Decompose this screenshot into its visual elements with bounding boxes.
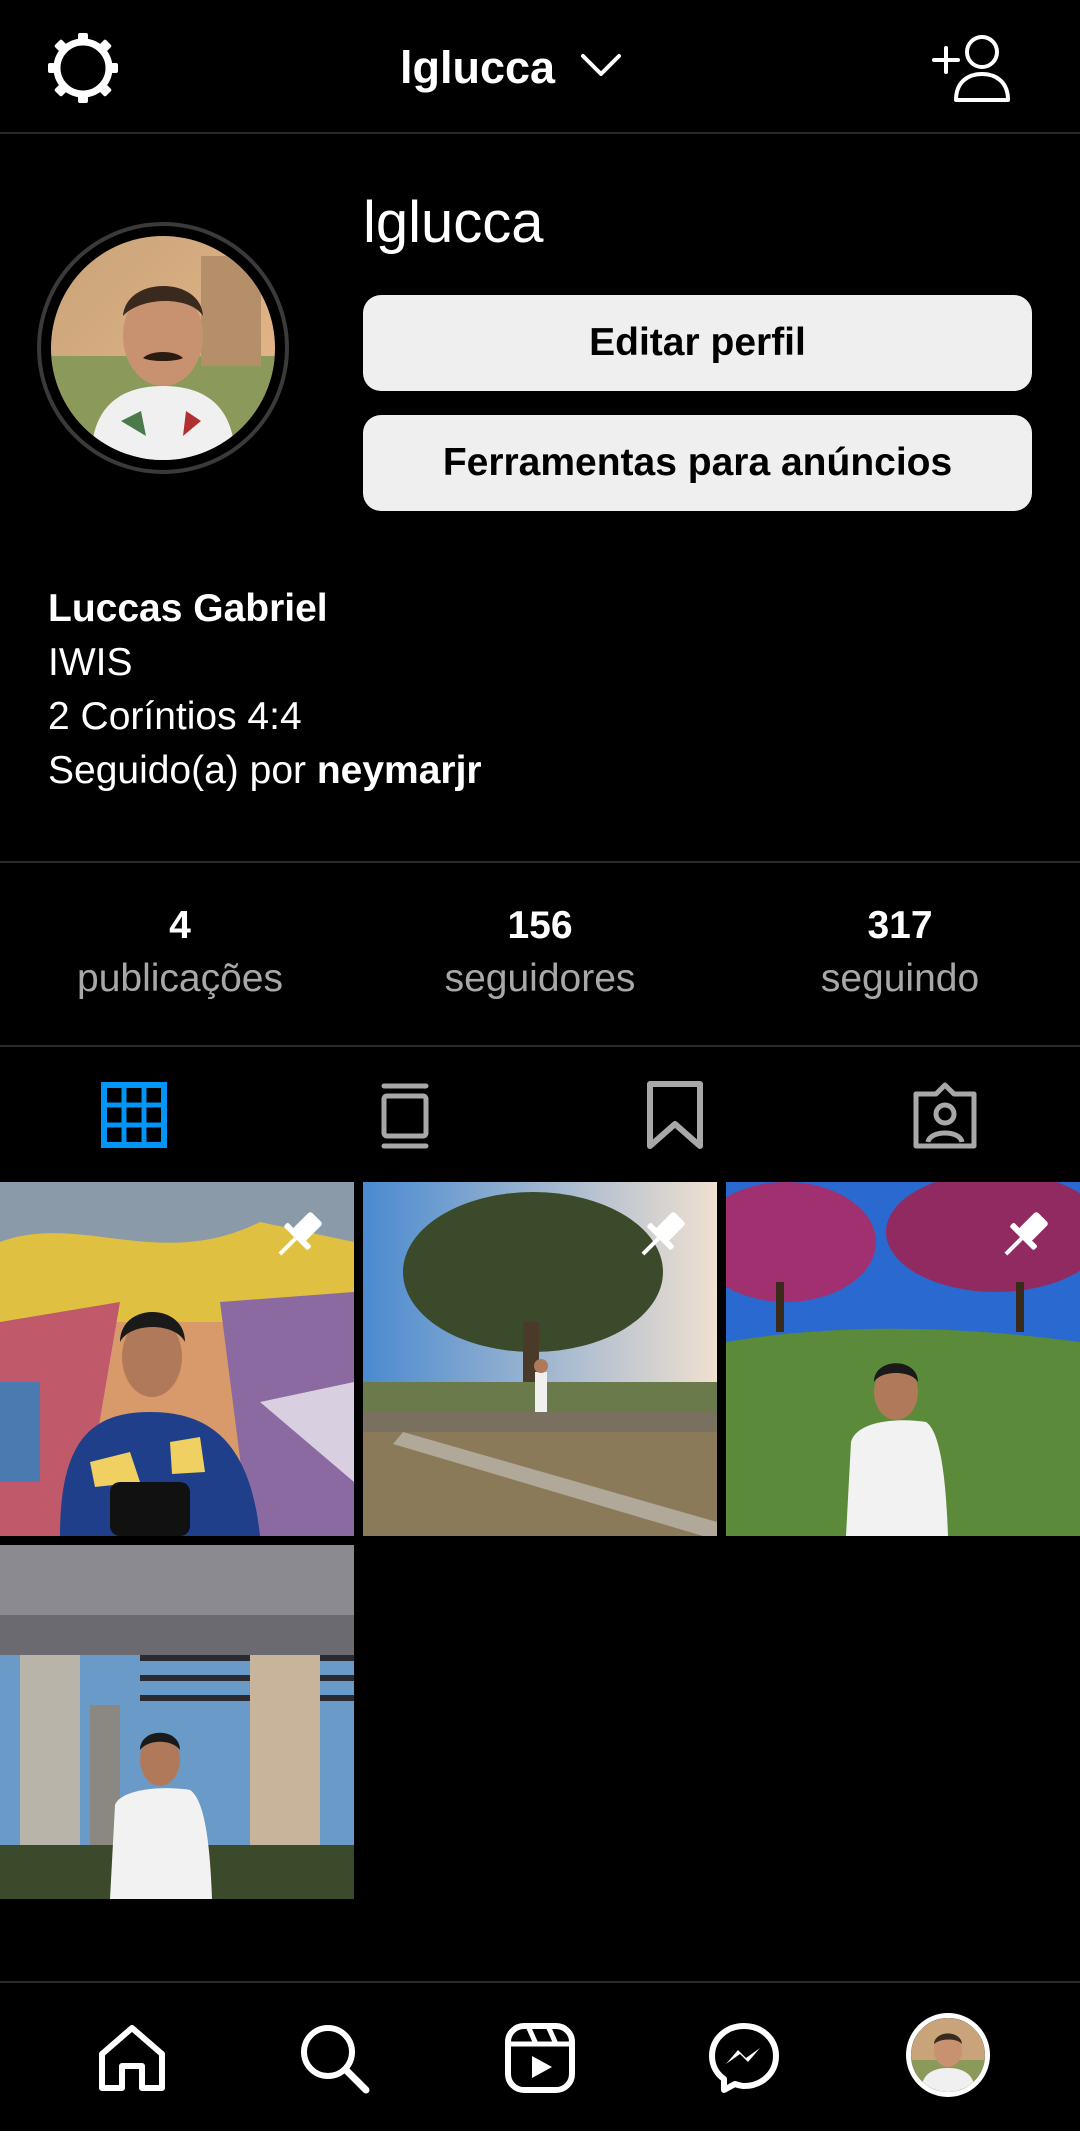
settings-gear-icon[interactable] bbox=[40, 28, 130, 108]
stat-followers[interactable]: 156 seguidores bbox=[360, 903, 720, 1009]
pinned-icon bbox=[994, 1204, 1056, 1266]
top-bar: lglucca bbox=[0, 0, 1080, 134]
bio-line: 2 Coríntios 4:4 bbox=[48, 695, 302, 738]
grid-icon[interactable] bbox=[99, 1080, 169, 1150]
stat-value: 4 bbox=[169, 904, 191, 947]
add-user-icon[interactable] bbox=[930, 30, 1014, 106]
tagged-icon[interactable] bbox=[910, 1080, 980, 1150]
post-thumbnail[interactable] bbox=[726, 1182, 1080, 1536]
pinned-icon bbox=[631, 1204, 693, 1266]
profile-username: lglucca bbox=[363, 190, 544, 255]
account-name: lglucca bbox=[400, 42, 556, 93]
stat-value: 156 bbox=[507, 904, 573, 947]
guides-icon[interactable] bbox=[370, 1080, 440, 1150]
bottom-navigation bbox=[0, 1981, 1080, 2131]
followed-by-prefix: Seguido(a) por bbox=[48, 749, 317, 792]
profile-avatar[interactable] bbox=[37, 222, 289, 474]
post-thumbnail[interactable] bbox=[0, 1545, 354, 1899]
edit-profile-button[interactable]: Editar perfil bbox=[363, 295, 1032, 391]
followed-by-user[interactable]: neymarjr bbox=[317, 749, 482, 792]
profile-avatar[interactable] bbox=[906, 2013, 990, 2097]
stat-value: 317 bbox=[867, 904, 933, 947]
search-icon[interactable] bbox=[296, 2020, 372, 2096]
stat-following[interactable]: 317 seguindo bbox=[720, 903, 1080, 1009]
profile-section: lglucca Editar perfil Ferramentas para a… bbox=[0, 134, 1080, 861]
ad-tools-button[interactable]: Ferramentas para anúncios bbox=[363, 415, 1032, 511]
bio-line: IWIS bbox=[48, 641, 133, 684]
reels-icon[interactable] bbox=[502, 2020, 578, 2096]
bookmark-icon[interactable] bbox=[640, 1080, 710, 1150]
full-name: Luccas Gabriel bbox=[48, 587, 328, 630]
content-tabs bbox=[0, 1047, 1080, 1182]
stat-label: seguidores bbox=[444, 957, 636, 1000]
post-thumbnail[interactable] bbox=[0, 1182, 354, 1536]
profile-stats: 4 publicações 156 seguidores 317 seguind… bbox=[0, 861, 1080, 1047]
account-switcher[interactable]: lglucca bbox=[400, 36, 623, 100]
profile-bio: Luccas Gabriel IWIS 2 Coríntios 4:4 Segu… bbox=[48, 582, 482, 798]
pinned-icon bbox=[268, 1204, 330, 1266]
followed-by[interactable]: Seguido(a) por neymarjr bbox=[48, 744, 482, 798]
stat-label: publicações bbox=[77, 957, 283, 1000]
messenger-icon[interactable] bbox=[706, 2020, 782, 2096]
chevron-down-icon bbox=[579, 52, 623, 85]
avatar-photo bbox=[51, 236, 275, 460]
home-icon[interactable] bbox=[94, 2020, 170, 2096]
stat-posts[interactable]: 4 publicações bbox=[0, 903, 360, 1009]
stat-label: seguindo bbox=[820, 957, 980, 1000]
post-thumbnail[interactable] bbox=[363, 1182, 717, 1536]
